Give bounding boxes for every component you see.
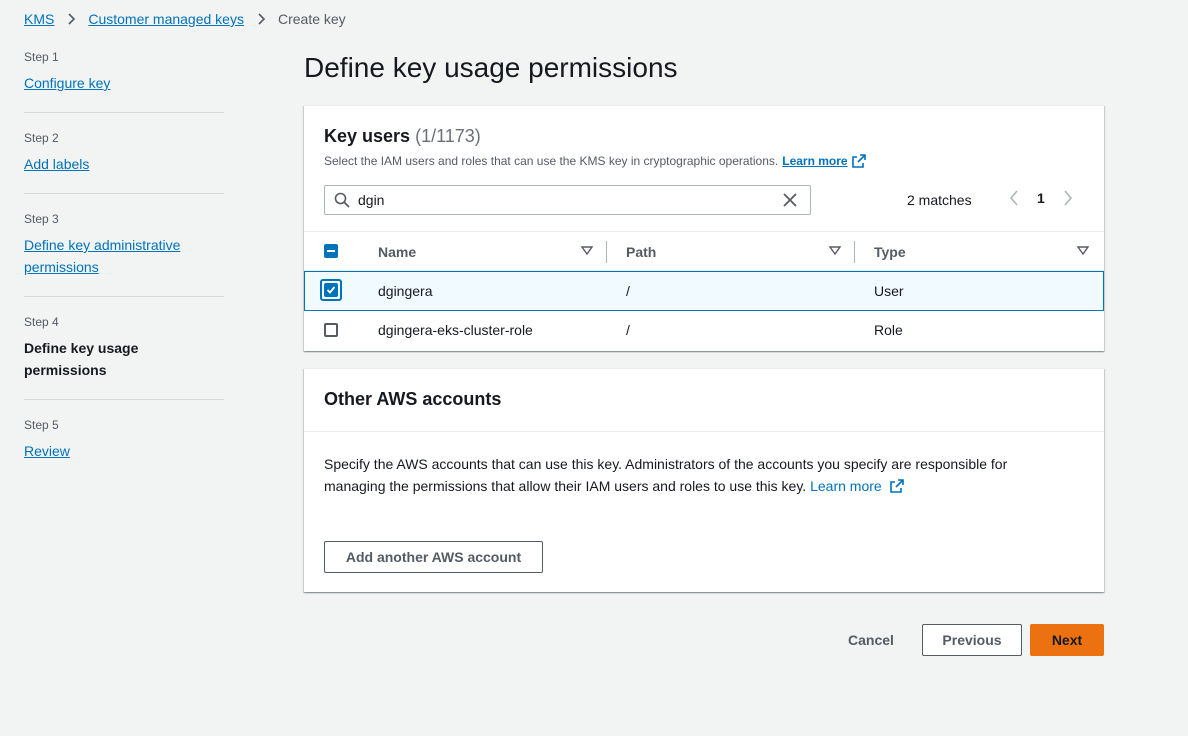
breadcrumb-kms[interactable]: KMS	[24, 11, 54, 27]
key-users-title: Key users	[324, 126, 411, 146]
column-header-name[interactable]: Name	[378, 232, 416, 272]
chevron-right-icon	[68, 13, 76, 25]
select-all-checkbox[interactable]	[324, 244, 338, 258]
wizard-steps: Step 1 Configure key Step 2 Add labels S…	[24, 50, 224, 498]
sort-caret-icon[interactable]	[1077, 246, 1089, 256]
column-header-path[interactable]: Path	[626, 232, 656, 272]
cell-type: Role	[874, 322, 903, 338]
chevron-left-icon[interactable]	[1009, 190, 1019, 206]
wizard-step-5: Step 5 Review	[24, 418, 224, 480]
wizard-step-2: Step 2 Add labels	[24, 131, 224, 194]
table-row[interactable]: dgingera-eks-cluster-role / Role	[304, 311, 1104, 351]
key-users-search-box	[324, 185, 811, 215]
chevron-right-icon[interactable]	[1063, 190, 1073, 206]
key-users-search-input[interactable]	[358, 192, 782, 208]
column-resizer[interactable]	[606, 241, 607, 263]
minus-icon	[327, 250, 335, 252]
other-aws-accounts-description: Specify the AWS accounts that can use th…	[324, 453, 1064, 497]
pagination-page-1[interactable]: 1	[1037, 190, 1045, 206]
wizard-step-1: Step 1 Configure key	[24, 50, 224, 113]
cell-name: dgingera-eks-cluster-role	[378, 322, 533, 338]
other-accounts-description-text: Specify the AWS accounts that can use th…	[324, 456, 1008, 494]
key-users-panel: Key users (1/1173) Select the IAM users …	[304, 105, 1104, 351]
step-link-key-admin-permissions[interactable]: Define key administrative permissions	[24, 234, 199, 278]
key-users-description-row: Select the IAM users and roles that can …	[324, 154, 866, 168]
cell-type: User	[874, 283, 904, 299]
breadcrumb-customer-managed-keys[interactable]: Customer managed keys	[88, 11, 244, 27]
next-button[interactable]: Next	[1030, 624, 1104, 656]
breadcrumb-current: Create key	[277, 11, 346, 27]
add-another-aws-account-button[interactable]: Add another AWS account	[324, 541, 543, 573]
key-users-learn-more-link[interactable]: Learn more	[782, 154, 847, 168]
table-header: Name Path Type	[304, 231, 1104, 271]
close-icon[interactable]	[782, 192, 798, 208]
search-matches-count: 2 matches	[907, 192, 972, 208]
row-checkbox[interactable]	[324, 323, 338, 337]
breadcrumb: KMS Customer managed keys Create key	[24, 9, 346, 29]
sort-caret-icon[interactable]	[829, 246, 841, 256]
step-link-configure-key[interactable]: Configure key	[24, 75, 110, 91]
table-row[interactable]: dgingera / User	[304, 271, 1104, 311]
other-accounts-learn-more-link[interactable]: Learn more	[810, 478, 882, 494]
step-number: Step 4	[24, 315, 59, 329]
step-link-review[interactable]: Review	[24, 443, 70, 459]
cell-name: dgingera	[378, 283, 433, 299]
external-link-icon	[889, 479, 904, 493]
sort-caret-icon[interactable]	[581, 246, 593, 256]
step-number: Step 2	[24, 131, 59, 145]
step-number: Step 5	[24, 418, 59, 432]
key-users-description: Select the IAM users and roles that can …	[324, 154, 779, 168]
row-checkbox[interactable]	[324, 283, 338, 297]
key-users-heading: Key users (1/1173)	[324, 126, 481, 147]
chevron-right-icon	[258, 13, 266, 25]
other-aws-accounts-panel: Other AWS accounts Specify the AWS accou…	[304, 368, 1104, 592]
external-link-icon	[851, 154, 866, 168]
step-number: Step 1	[24, 50, 59, 64]
search-icon	[334, 192, 350, 208]
key-users-count: (1/1173)	[415, 126, 481, 146]
page-title: Define key usage permissions	[304, 52, 678, 83]
step-number: Step 3	[24, 212, 59, 226]
wizard-step-3: Step 3 Define key administrative permiss…	[24, 212, 224, 297]
cell-path: /	[626, 283, 630, 299]
column-header-type[interactable]: Type	[874, 232, 906, 272]
column-resizer[interactable]	[854, 241, 855, 263]
cancel-button[interactable]: Cancel	[848, 624, 894, 656]
cell-path: /	[626, 322, 630, 338]
previous-button[interactable]: Previous	[922, 624, 1022, 656]
step-link-add-labels[interactable]: Add labels	[24, 156, 89, 172]
step-current-key-usage-permissions: Define key usage permissions	[24, 340, 139, 378]
wizard-step-4: Step 4 Define key usage permissions	[24, 315, 224, 400]
pagination: 1	[1009, 190, 1073, 206]
other-aws-accounts-title: Other AWS accounts	[324, 389, 502, 409]
divider	[304, 431, 1104, 432]
checkmark-icon	[326, 286, 336, 294]
